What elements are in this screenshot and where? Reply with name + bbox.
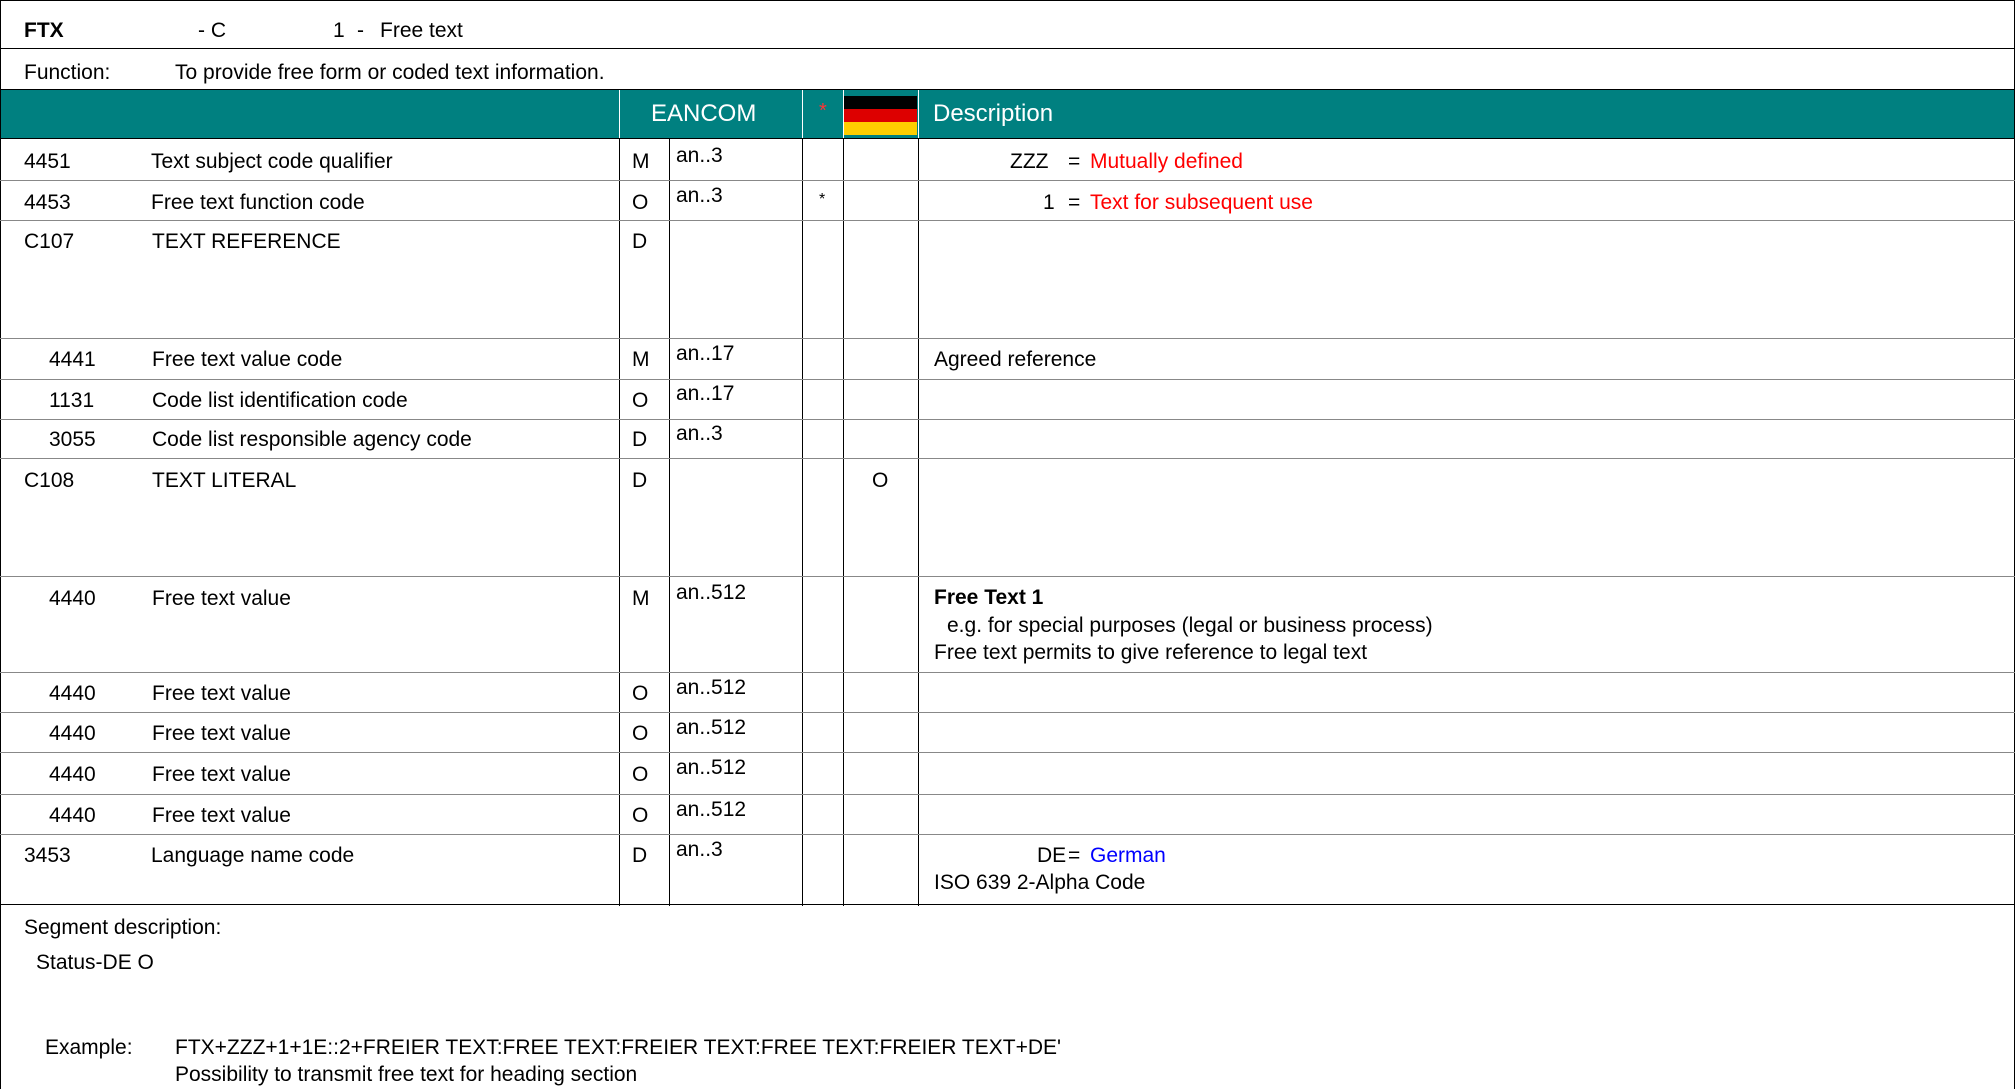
segment-repeat: 1 [333,19,345,42]
row-status: O [632,191,649,214]
row-name: Code list identification code [152,389,408,412]
row-status: O [632,804,649,827]
function-label: Function: [24,61,111,84]
segment-dash: - [357,19,364,42]
status-de-text: Status-DE O [36,951,154,974]
row-description-line1: e.g. for special purposes (legal or busi… [947,614,1433,637]
row-format: an..3 [676,838,723,861]
row-status: O [632,763,649,786]
row-description-line2: ISO 639 2-Alpha Code [934,871,1146,894]
row-code: 4440 [49,804,96,827]
row-status: O [632,389,649,412]
row-code: 1131 [49,389,95,412]
row-code: 4453 [24,191,71,214]
row-status: M [632,150,650,173]
row-eq: = [1068,844,1081,867]
row-code: 4451 [24,150,71,173]
row-name: Free text value [152,587,291,610]
example-label: Example: [45,1036,133,1059]
row-name: Code list responsible agency code [152,428,472,451]
header-eancom: EANCOM [651,100,757,127]
row-description-title: Free Text 1 [934,586,1044,609]
segment-description-label: Segment description: [24,916,222,939]
row-format: an..17 [676,382,735,405]
row-status: D [632,230,648,253]
segment-name: Free text [380,19,463,42]
row-code: 3453 [24,844,71,867]
segment-tag: FTX [24,19,64,42]
row-description-line2: Free text permits to give reference to l… [934,641,1368,664]
row-eq: = [1068,191,1081,214]
row-name: Free text value [152,763,291,786]
row-status: M [632,587,650,610]
row-code: C107 [24,230,75,253]
header-star: * [819,100,827,122]
row-code: 4440 [49,587,96,610]
row-name: Language name code [151,844,355,867]
row-format: an..512 [676,676,747,699]
row-status: D [632,469,648,492]
row-value-code: 1 [1043,191,1055,214]
row-star: * [819,191,826,208]
row-format: an..512 [676,716,747,739]
row-de-status: O [872,469,889,492]
row-name: Free text value [152,804,291,827]
row-name: Free text value [152,722,291,745]
row-format: an..17 [676,342,735,365]
row-value-text: Mutually defined [1090,150,1243,173]
row-name: Free text value [152,682,291,705]
row-code: 4440 [49,763,96,786]
row-format: an..3 [676,144,723,167]
row-value-text: Text for subsequent use [1090,191,1313,214]
row-code: C108 [24,469,75,492]
row-code: 4441 [49,348,96,371]
function-text: To provide free form or coded text infor… [175,61,605,84]
row-format: an..512 [676,581,747,604]
row-name: Text subject code qualifier [151,150,393,173]
row-value-code: ZZZ [1010,150,1049,173]
segment-status: - C [198,19,226,42]
example-text: FTX+ZZZ+1+1E::2+FREIER TEXT:FREE TEXT:FR… [175,1036,1062,1059]
row-format: an..512 [676,756,747,779]
row-name: Free text value code [152,348,343,371]
row-status: D [632,428,648,451]
row-name: TEXT REFERENCE [152,230,341,253]
row-name: Free text function code [151,191,365,214]
row-description: Agreed reference [934,348,1097,371]
row-status: O [632,682,649,705]
row-status: M [632,348,650,371]
row-format: an..3 [676,422,723,445]
row-code: 4440 [49,722,96,745]
row-format: an..512 [676,798,747,821]
row-code: 4440 [49,682,96,705]
row-code: 3055 [49,428,96,451]
example-note: Possibility to transmit free text for he… [175,1063,638,1086]
row-value-code: DE [1037,844,1067,867]
row-status: O [632,722,649,745]
row-eq: = [1068,150,1081,173]
row-name: TEXT LITERAL [152,469,297,492]
header-description: Description [933,100,1054,127]
german-flag-icon [844,96,917,135]
row-status: D [632,844,648,867]
row-format: an..3 [676,184,723,207]
row-value-text: German [1090,844,1166,867]
